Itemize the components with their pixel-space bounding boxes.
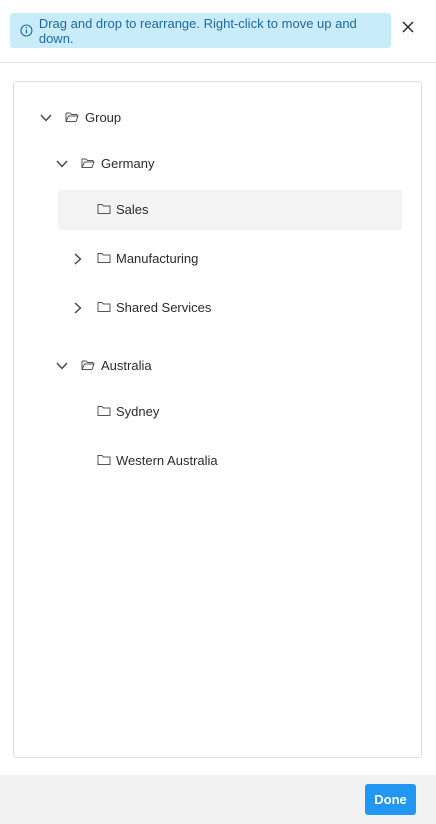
tree-node-shared-services[interactable]: Shared Services xyxy=(58,288,402,328)
rearrange-panel: Drag and drop to rearrange. Right-click … xyxy=(0,0,436,824)
tree-container: Group Germany Sales Manufacturing Shared… xyxy=(13,81,422,758)
chevron-right-icon[interactable] xyxy=(71,301,85,315)
tree-node-label: Manufacturing xyxy=(116,251,199,266)
tree-node-label: Sydney xyxy=(116,404,160,419)
folder-icon xyxy=(97,302,111,312)
close-icon xyxy=(402,21,414,33)
info-banner: Drag and drop to rearrange. Right-click … xyxy=(10,13,391,48)
tree-node-label: Shared Services xyxy=(116,300,212,315)
chevron-down-icon[interactable] xyxy=(55,359,69,373)
header-divider xyxy=(0,62,436,63)
tree-node-label: Sales xyxy=(116,202,149,217)
folder-icon xyxy=(97,455,111,465)
folder-icon xyxy=(97,204,111,214)
tree-node-label: Australia xyxy=(101,358,152,373)
tree-node-germany[interactable]: Germany xyxy=(48,144,402,184)
tree-node-group[interactable]: Group xyxy=(32,98,402,138)
tree-node-manufacturing[interactable]: Manufacturing xyxy=(58,239,402,279)
info-banner-text: Drag and drop to rearrange. Right-click … xyxy=(38,15,357,46)
chevron-down-icon[interactable] xyxy=(55,157,69,171)
folder-icon xyxy=(97,253,111,263)
tree-node-label: Western Australia xyxy=(116,453,218,468)
close-button[interactable] xyxy=(398,17,418,37)
tree-node-label: Group xyxy=(85,110,122,125)
folder-icon xyxy=(97,406,111,416)
folder-open-icon xyxy=(81,360,95,370)
tree-node-western-australia[interactable]: Western Australia xyxy=(58,441,402,481)
chevron-right-icon[interactable] xyxy=(71,252,85,266)
done-button[interactable]: Done xyxy=(365,784,416,815)
tree-node-australia[interactable]: Australia xyxy=(48,346,402,386)
folder-open-icon xyxy=(65,112,79,122)
chevron-down-icon[interactable] xyxy=(39,111,53,125)
info-circle-icon xyxy=(20,24,33,37)
tree-node-sydney[interactable]: Sydney xyxy=(58,392,402,432)
folder-open-icon xyxy=(81,158,95,168)
tree-node-sales[interactable]: Sales xyxy=(58,190,402,230)
tree-node-label: Germany xyxy=(101,156,155,171)
